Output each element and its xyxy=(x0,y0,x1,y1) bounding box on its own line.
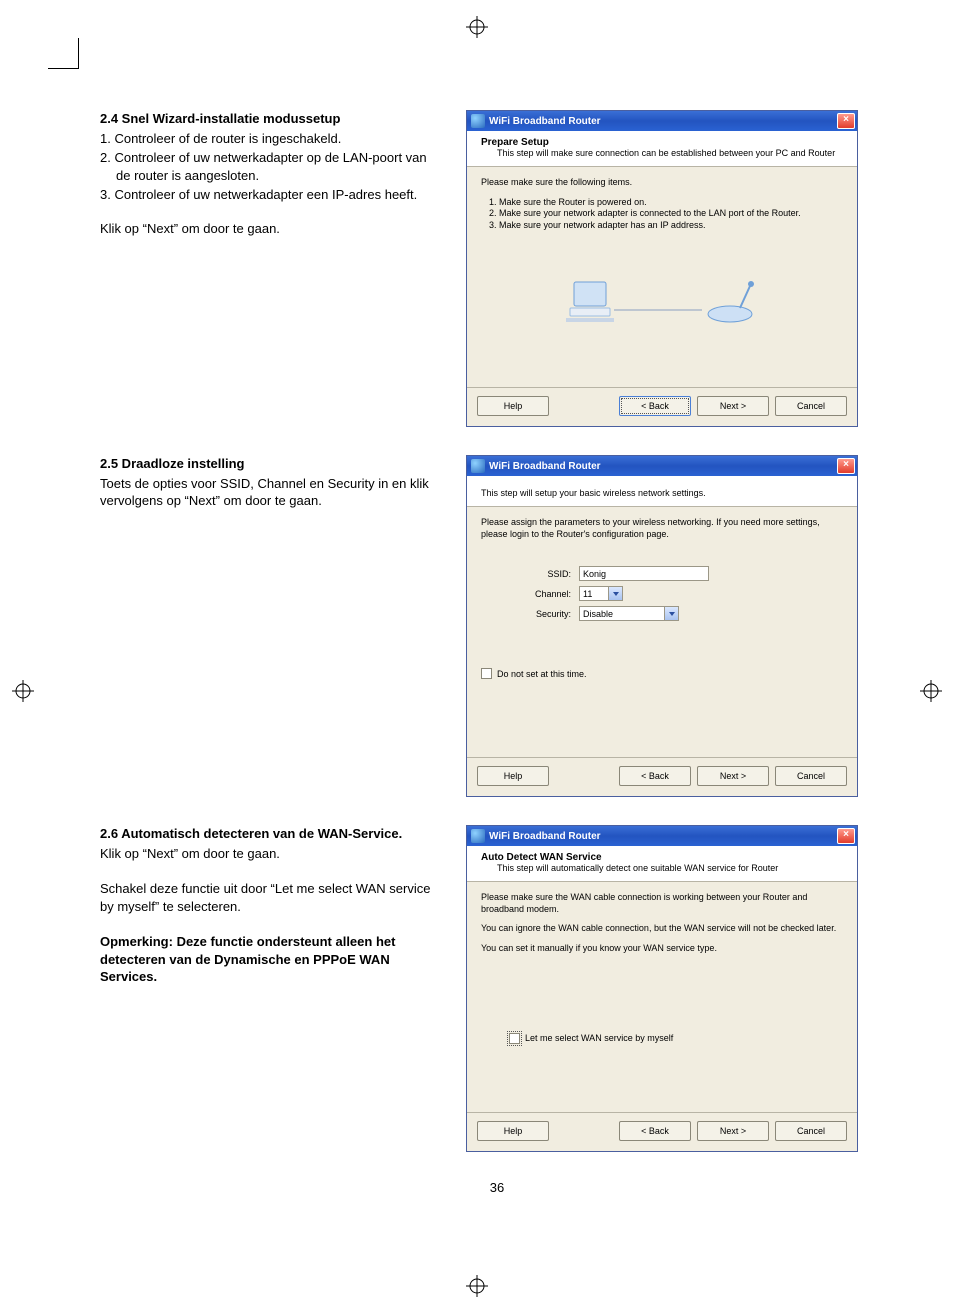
help-button[interactable]: Help xyxy=(477,396,549,416)
list-item: 3. Controleer of uw netwerkadapter een I… xyxy=(100,186,440,204)
window-title: WiFi Broadband Router xyxy=(489,831,837,842)
ssid-label: SSID: xyxy=(481,569,579,579)
section-2-6: 2.6 Automatisch detecteren van de WAN-Se… xyxy=(100,825,894,1152)
section-heading: 2.6 Automatisch detecteren van de WAN-Se… xyxy=(100,825,440,843)
security-label: Security: xyxy=(481,609,579,619)
wizard-dialog-wan-detect: WiFi Broadband Router × Auto Detect WAN … xyxy=(466,825,858,1152)
paragraph: Klik op “Next” om door te gaan. xyxy=(100,845,440,863)
dialog-header-subtitle: This step will setup your basic wireless… xyxy=(481,488,843,498)
dialog-button-row: Help < Back Next > Cancel xyxy=(467,388,857,426)
dialog-header-title: Auto Detect WAN Service xyxy=(481,852,843,863)
dialog-body: Please make sure the WAN cable connectio… xyxy=(467,882,857,1108)
page-number: 36 xyxy=(100,1180,894,1195)
chevron-down-icon xyxy=(664,607,678,620)
checkbox-icon[interactable] xyxy=(481,668,492,679)
body-item: 1. Make sure the Router is powered on. xyxy=(481,197,843,209)
dialog-header-title: Prepare Setup xyxy=(481,137,843,148)
close-icon[interactable]: × xyxy=(837,458,855,474)
cancel-button[interactable]: Cancel xyxy=(775,396,847,416)
note-paragraph: Opmerking: Deze functie ondersteunt alle… xyxy=(100,933,440,986)
window-title: WiFi Broadband Router xyxy=(489,116,837,127)
titlebar: WiFi Broadband Router × xyxy=(467,826,857,846)
app-icon xyxy=(471,114,485,128)
security-value: Disable xyxy=(583,609,613,619)
form-row-security: Security: Disable xyxy=(481,606,843,621)
security-select[interactable]: Disable xyxy=(579,606,679,621)
dialog-button-row: Help < Back Next > Cancel xyxy=(467,758,857,796)
dialog-header-subtitle: This step will automatically detect one … xyxy=(481,863,843,873)
body-lead: Please make sure the following items. xyxy=(481,177,843,189)
channel-label: Channel: xyxy=(481,589,579,599)
next-button[interactable]: Next > xyxy=(697,766,769,786)
registration-mark-icon xyxy=(920,680,942,702)
titlebar: WiFi Broadband Router × xyxy=(467,456,857,476)
section-heading: 2.4 Snel Wizard-installatie modussetup xyxy=(100,110,440,128)
section-2-5: 2.5 Draadloze instelling Toets de opties… xyxy=(100,455,894,797)
help-button[interactable]: Help xyxy=(477,1121,549,1141)
dialog-header-subtitle: This step will make sure connection can … xyxy=(481,148,843,158)
back-button[interactable]: < Back xyxy=(619,766,691,786)
cancel-button[interactable]: Cancel xyxy=(775,1121,847,1141)
channel-select[interactable]: 11 xyxy=(579,586,623,601)
section-heading: 2.5 Draadloze instelling xyxy=(100,455,440,473)
body-item: 2. Make sure your network adapter is con… xyxy=(481,208,843,220)
body-lead: Please assign the parameters to your wir… xyxy=(481,517,843,540)
back-button[interactable]: < Back xyxy=(619,1121,691,1141)
ssid-input[interactable] xyxy=(579,566,709,581)
dialog-button-row: Help < Back Next > Cancel xyxy=(467,1113,857,1151)
back-button[interactable]: < Back xyxy=(619,396,691,416)
form-row-ssid: SSID: xyxy=(481,566,843,581)
checkbox-label: Do not set at this time. xyxy=(497,669,587,679)
titlebar: WiFi Broadband Router × xyxy=(467,111,857,131)
dialog-body: Please assign the parameters to your wir… xyxy=(467,507,857,753)
registration-mark-icon xyxy=(12,680,34,702)
body-line: You can ignore the WAN cable connection,… xyxy=(481,923,843,935)
registration-mark-icon xyxy=(466,16,488,38)
body-item: 3. Make sure your network adapter has an… xyxy=(481,220,843,232)
channel-value: 11 xyxy=(583,589,592,599)
dialog-header: This step will setup your basic wireless… xyxy=(467,476,857,507)
app-icon xyxy=(471,459,485,473)
instruction-block: 2.6 Automatisch detecteren van de WAN-Se… xyxy=(100,825,440,990)
close-icon[interactable]: × xyxy=(837,113,855,129)
close-icon[interactable]: × xyxy=(837,828,855,844)
body-line: You can set it manually if you know your… xyxy=(481,943,843,955)
wizard-dialog-wireless: WiFi Broadband Router × This step will s… xyxy=(466,455,858,797)
crop-mark xyxy=(48,38,79,69)
checkbox-do-not-set[interactable]: Do not set at this time. xyxy=(481,668,843,679)
paragraph: Toets de opties voor SSID, Channel en Se… xyxy=(100,475,440,510)
cancel-button[interactable]: Cancel xyxy=(775,766,847,786)
form-row-channel: Channel: 11 xyxy=(481,586,843,601)
checkbox-label: Let me select WAN service by myself xyxy=(525,1033,673,1043)
dialog-body: Please make sure the following items. 1.… xyxy=(467,167,857,383)
instruction-block: 2.5 Draadloze instelling Toets de opties… xyxy=(100,455,440,514)
list-item: 1. Controleer of de router is ingeschake… xyxy=(100,130,440,148)
next-button[interactable]: Next > xyxy=(697,1121,769,1141)
dialog-header: Auto Detect WAN Service This step will a… xyxy=(467,846,857,882)
section-2-4: 2.4 Snel Wizard-installatie modussetup 1… xyxy=(100,110,894,427)
network-illustration xyxy=(481,272,843,334)
manual-page: 2.4 Snel Wizard-installatie modussetup 1… xyxy=(0,0,954,1235)
window-title: WiFi Broadband Router xyxy=(489,461,837,472)
paragraph: Schakel deze functie uit door “Let me se… xyxy=(100,880,440,915)
app-icon xyxy=(471,829,485,843)
checkbox-select-wan-myself[interactable]: Let me select WAN service by myself xyxy=(509,1033,843,1044)
body-line: Please make sure the WAN cable connectio… xyxy=(481,892,843,915)
next-button[interactable]: Next > xyxy=(697,396,769,416)
chevron-down-icon xyxy=(608,587,622,600)
dialog-header: Prepare Setup This step will make sure c… xyxy=(467,131,857,167)
checkbox-icon[interactable] xyxy=(509,1033,520,1044)
wizard-dialog-prepare-setup: WiFi Broadband Router × Prepare Setup Th… xyxy=(466,110,858,427)
instruction-block: 2.4 Snel Wizard-installatie modussetup 1… xyxy=(100,110,440,241)
paragraph: Klik op “Next” om door te gaan. xyxy=(100,220,440,238)
help-button[interactable]: Help xyxy=(477,766,549,786)
registration-mark-icon xyxy=(466,1275,488,1297)
list-item: 2. Controleer of uw netwerkadapter op de… xyxy=(100,149,440,184)
